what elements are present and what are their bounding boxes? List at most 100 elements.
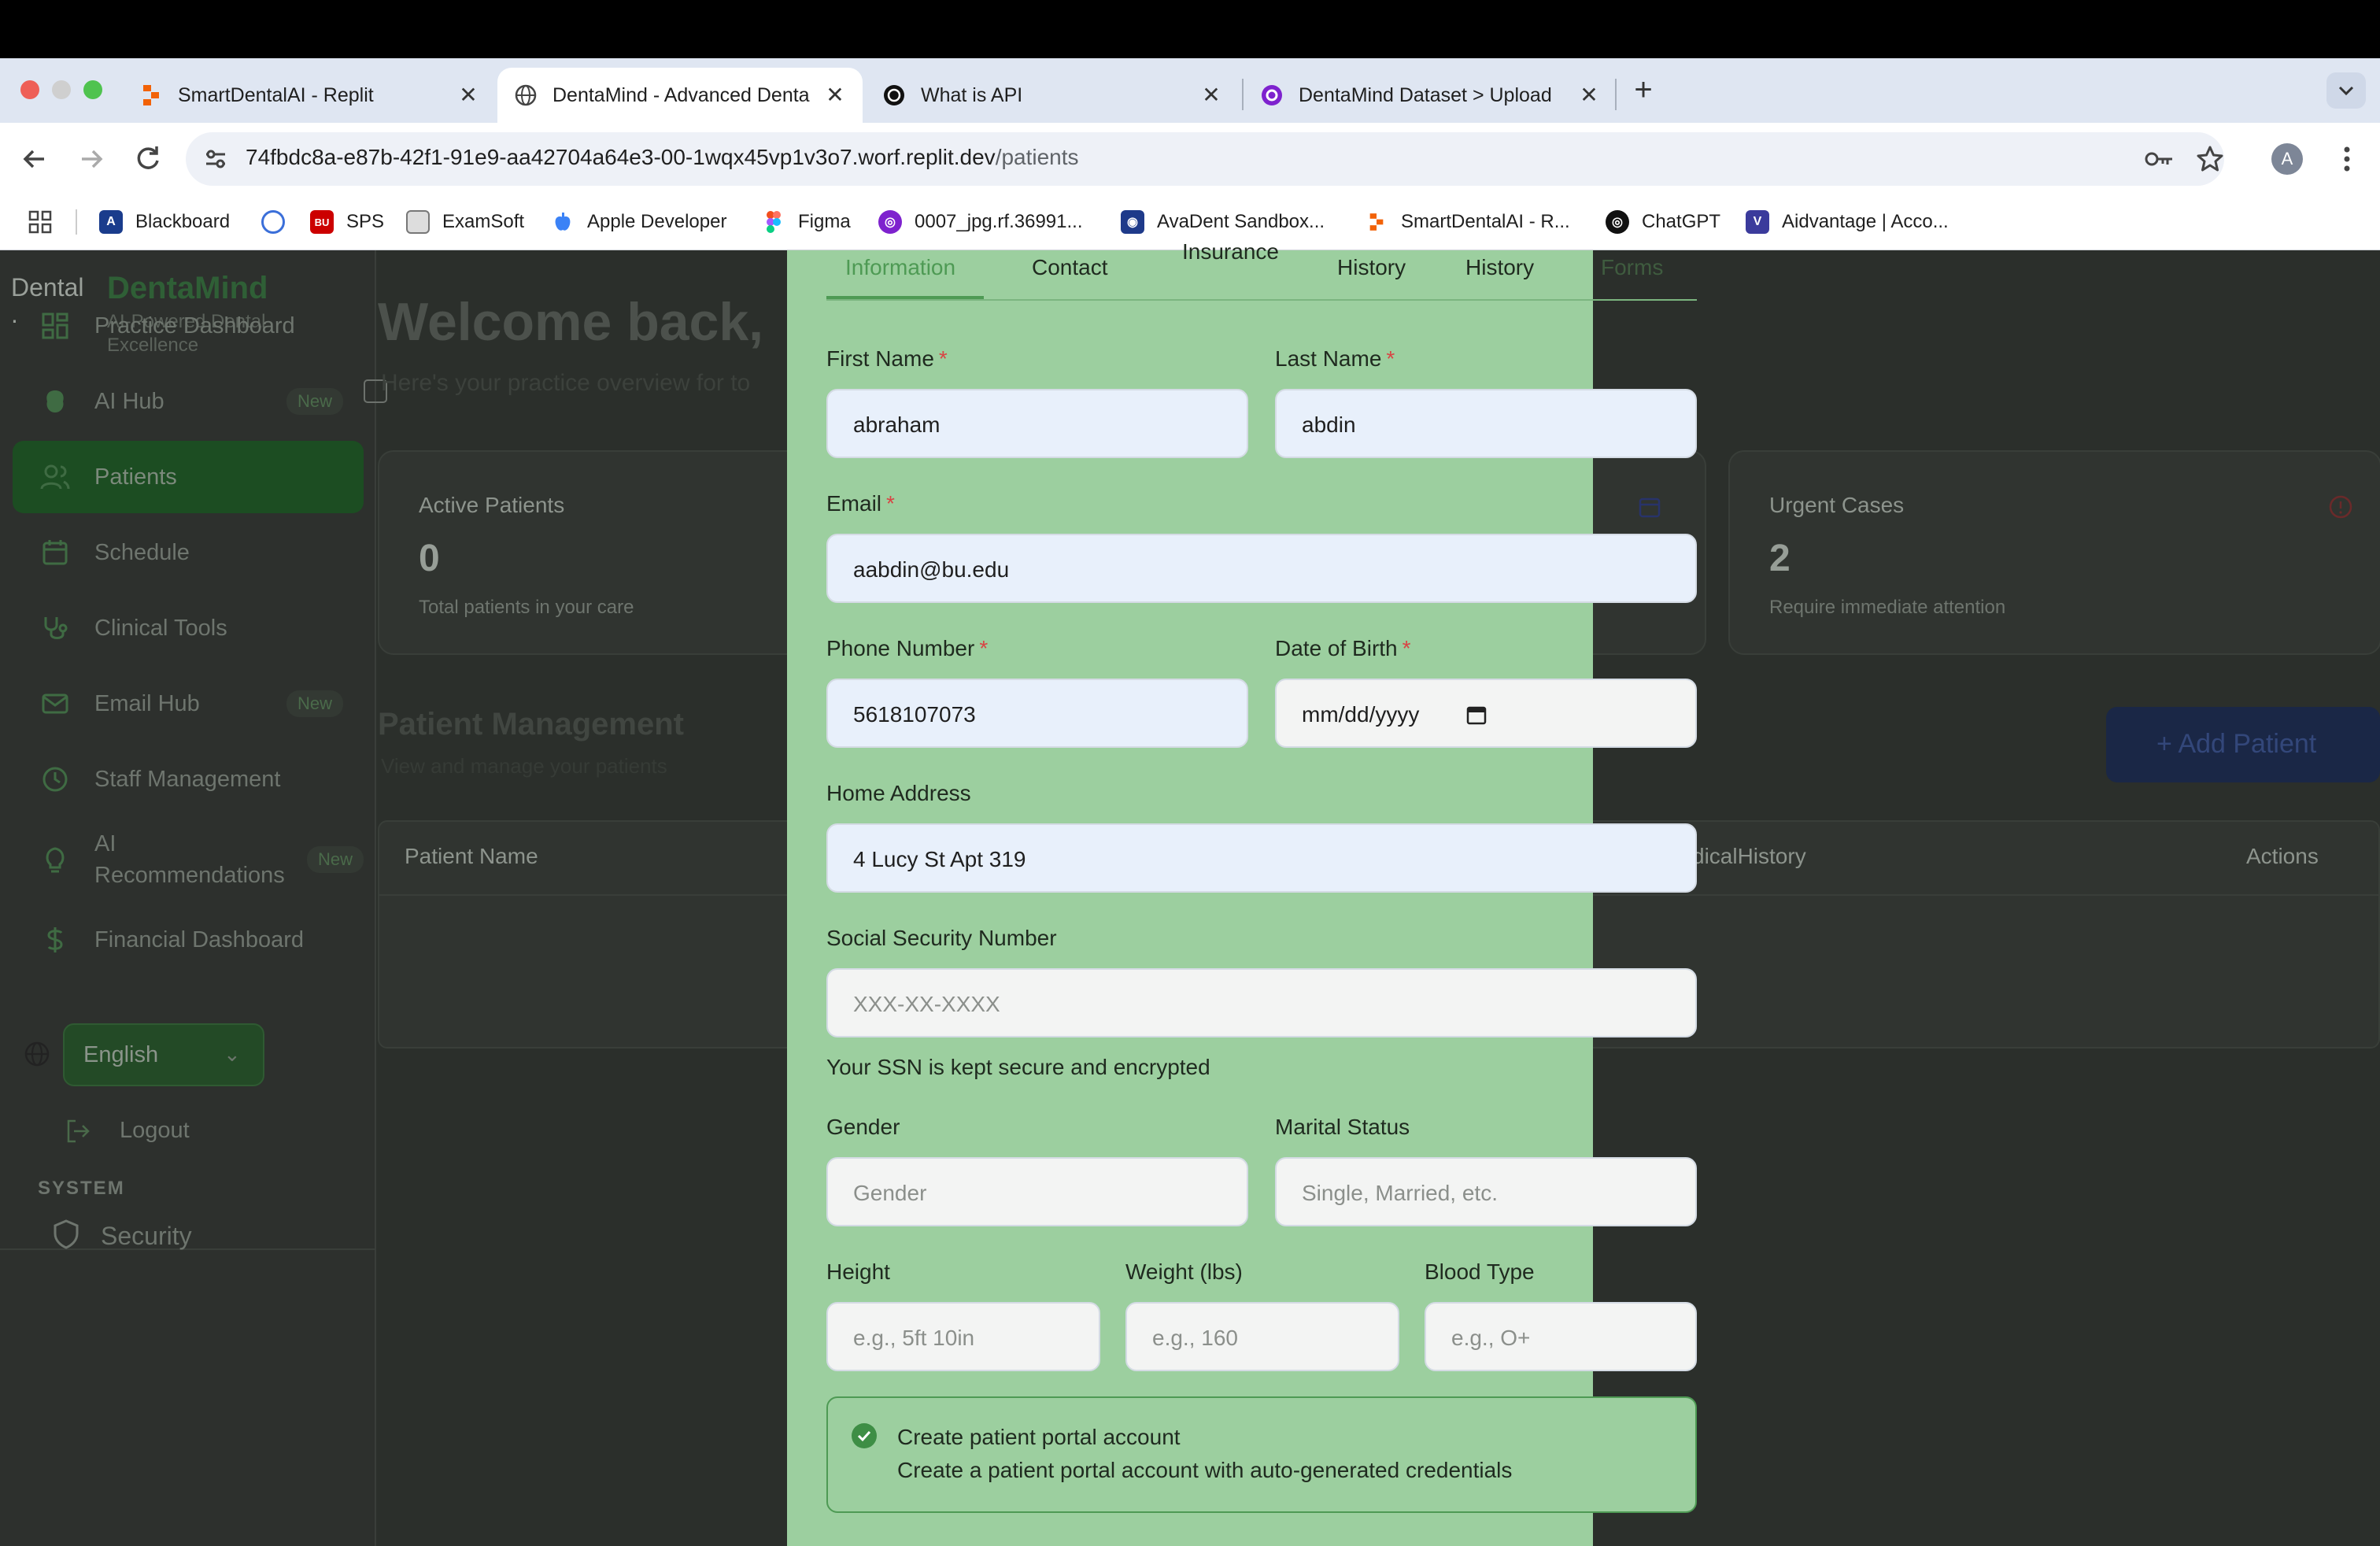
bookmark-label: AvaDent Sandbox... [1157,211,1325,232]
column-header-medical-history: dicalHistory [1692,844,1806,868]
plus-icon: + [2156,729,2179,759]
bookmark-roboflow-image[interactable]: ◎ 0007_jpg.rf.36991... [878,206,1083,238]
bookmark-label: Figma [798,211,851,232]
sidebar-item-label: AI Recommendations [94,831,285,888]
globe-icon [515,84,537,106]
browser-tab-dataset-upload[interactable]: DentaMind Dataset > Upload ✕ [1244,68,1617,123]
label-text: Email [826,491,882,516]
close-icon[interactable]: ✕ [1198,82,1225,109]
window-minimize-button[interactable] [52,80,71,99]
stat-title: Active Patients [419,493,565,517]
back-button[interactable] [17,142,52,176]
browser-tab-dentamind[interactable]: DentaMind - Advanced Denta ✕ [497,68,863,123]
required-mark: * [1386,346,1395,371]
logout-icon[interactable] [65,1118,91,1145]
gender-label: Gender [826,1115,900,1139]
bookmark-blackboard[interactable]: A Blackboard [99,206,230,238]
password-key-icon[interactable] [2142,142,2177,176]
reload-icon [137,146,159,169]
tab-contact[interactable]: Contact [1032,255,1108,280]
logout-button[interactable]: Logout [120,1118,190,1144]
brain-icon [39,386,71,417]
home-address-value: 4 Lucy St Apt 319 [853,847,1026,871]
sidebar-item-label: AI Hub [94,389,164,414]
reload-button[interactable] [131,142,165,176]
tab-forms[interactable]: Forms [1601,255,1663,280]
weight-placeholder: e.g., 160 [1152,1326,1238,1350]
patient-portal-option[interactable] [826,1396,1697,1513]
browser-tab-replit[interactable]: SmartDentalAI - Replit ✕ [123,68,496,123]
calendar-icon[interactable] [1465,704,1488,726]
bookmark-examsoft[interactable]: ExamSoft [406,206,524,238]
profile-avatar[interactable]: A [2271,143,2303,175]
tab-dental-history[interactable]: History [1465,255,1534,280]
sidebar-item-label: Staff Management [94,767,281,792]
sidebar-item-financial-dashboard[interactable]: Financial Dashboard [13,904,364,976]
bookmark-figma[interactable]: Figma [762,206,851,238]
tab-information[interactable]: Information [845,255,955,280]
height-label: Height [826,1259,890,1284]
sidebar-item-staff-management[interactable]: Staff Management [13,743,364,816]
dashboard-icon [39,310,71,342]
chevron-down-icon [2338,86,2354,96]
bookmark-label: ChatGPT [1642,211,1721,232]
bookmark-avadent[interactable]: ◉ AvaDent Sandbox... [1121,206,1325,238]
sidebar-item-clinical-tools[interactable]: Clinical Tools [13,592,364,664]
chevron-down-icon: ⌄ [224,1042,241,1066]
add-patient-text: Add Patient [2178,729,2317,759]
sidebar-item-label: Patients [94,464,177,490]
chatgpt-icon [883,84,905,106]
sidebar-item-patients[interactable]: Patients [13,441,364,513]
url-text[interactable]: 74fbdc8a-e87b-42f1-91e9-aa42704a64e3-00-… [246,145,1079,170]
sidebar-item-security[interactable]: Security [101,1222,192,1251]
bookmark-label: SmartDentalAI - R... [1401,211,1570,232]
more-menu-icon[interactable] [2330,142,2364,176]
sidebar-item-practice-dashboard[interactable]: Practice Dashboard [13,290,364,362]
window-zoom-button[interactable] [83,80,102,99]
sidebar-item-email-hub[interactable]: Email Hub New [13,668,364,740]
q-icon [261,210,285,234]
browser-tab-what-is-api[interactable]: What is API ✕ [866,68,1239,123]
blood-type-label: Blood Type [1425,1259,1535,1284]
tab-title: SmartDentalAI - Replit [178,83,374,106]
figma-icon [762,210,785,234]
first-name-label: First Name * [826,346,948,372]
bookmark-label: Apple Developer [587,211,727,232]
close-icon[interactable]: ✕ [1576,82,1602,109]
bookmark-sps[interactable]: BU SPS [310,206,384,238]
sidebar-item-ai-recommendations[interactable]: AI Recommendations New [13,819,364,901]
close-icon[interactable]: ✕ [455,82,482,109]
window-close-button[interactable] [20,80,39,99]
bookmark-q[interactable] [261,206,298,238]
ssn-placeholder: XXX-XX-XXXX [853,992,1000,1016]
bookmarks-separator [76,209,77,235]
forward-button[interactable] [74,142,109,176]
column-header-actions: Actions [2246,844,2319,868]
bookmark-smartdentalai[interactable]: SmartDentalAI - R... [1365,206,1570,238]
roboflow-icon: ◎ [878,210,902,234]
apps-grid-icon[interactable] [28,206,52,238]
marital-status-placeholder: Single, Married, etc. [1302,1181,1498,1205]
bookmark-apple-developer[interactable]: Apple Developer [551,206,726,238]
new-tab-button[interactable]: + [1628,72,1659,107]
patient-management-subtitle: View and manage your patients [381,754,667,778]
label-text: Date of Birth [1275,636,1398,660]
sidebar-item-schedule[interactable]: Schedule [13,516,364,589]
tab-insurance[interactable]: Insurance [1182,239,1279,264]
sidebar-item-ai-hub[interactable]: AI Hub New [13,365,364,438]
arrow-left-icon [23,150,44,168]
site-info-icon[interactable] [201,145,230,173]
new-badge: New [306,846,364,873]
bookmark-chatgpt[interactable]: ◎ ChatGPT [1606,206,1720,238]
bookmark-aidvantage[interactable]: V Aidvantage | Acco... [1746,206,1949,238]
close-icon[interactable]: ✕ [822,82,848,109]
tab-medical-history[interactable]: History [1337,255,1406,280]
sidebar-item-label: Email Hub [94,691,200,716]
new-badge: New [286,388,343,415]
tab-title: DentaMind - Advanced Denta [552,83,810,106]
label-text: First Name [826,346,934,371]
dob-placeholder: mm/dd/yyyy [1302,702,1420,727]
check-circle-icon[interactable] [852,1423,877,1448]
tab-search-button[interactable] [2326,72,2366,109]
bookmark-star-icon[interactable] [2193,142,2227,176]
